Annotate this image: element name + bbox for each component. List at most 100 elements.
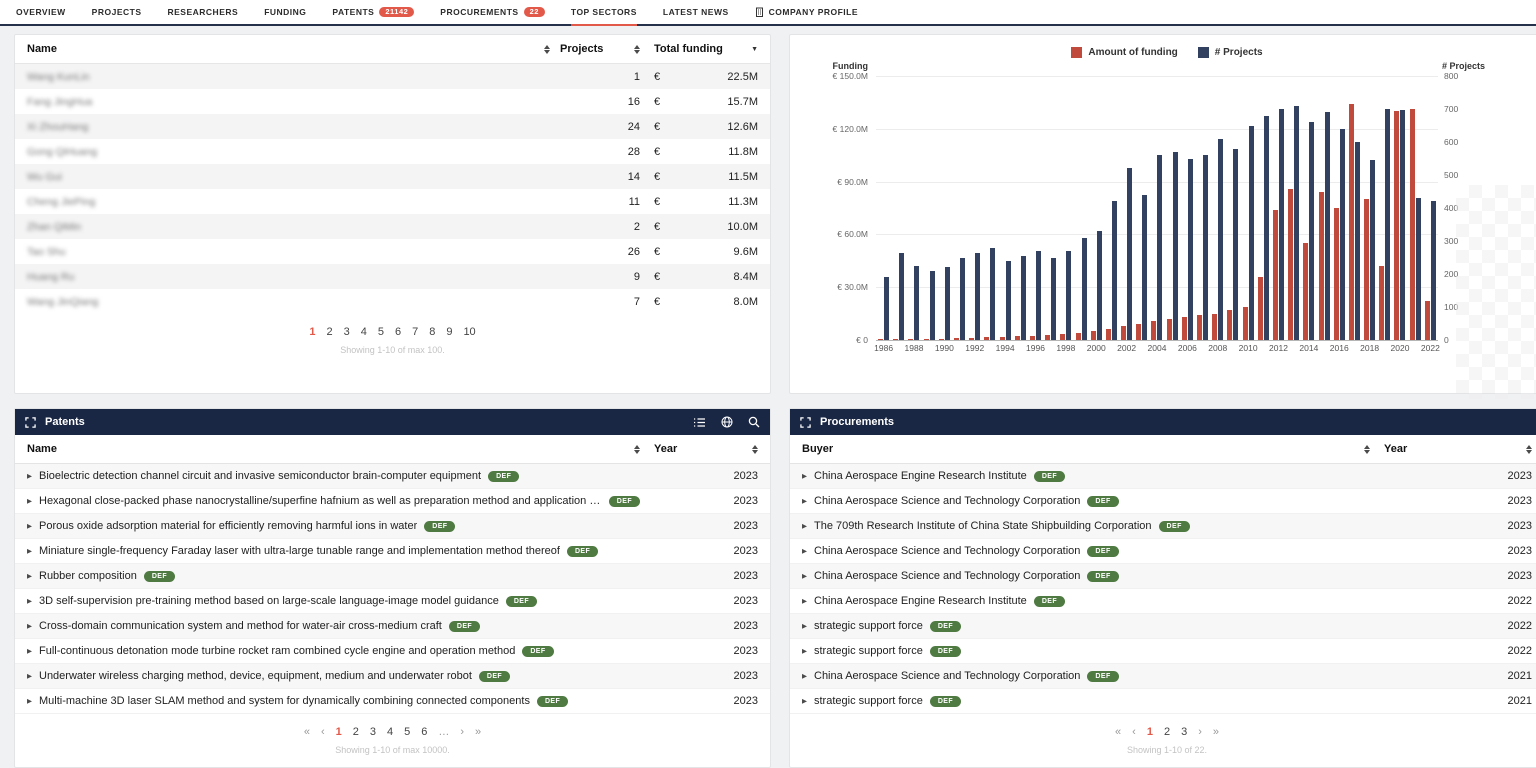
expand-caret-icon[interactable]: ▶ <box>802 597 807 605</box>
expand-caret-icon[interactable]: ▶ <box>27 497 32 505</box>
table-row[interactable]: ▶China Aerospace Science and Technology … <box>790 489 1536 514</box>
expand-icon[interactable] <box>800 417 811 428</box>
page-number[interactable]: 4 <box>387 726 393 738</box>
bar-group[interactable] <box>1165 76 1180 340</box>
globe-icon[interactable] <box>721 416 733 428</box>
nav-item-funding[interactable]: FUNDING <box>264 0 306 24</box>
table-row[interactable]: Zhan QiMin2€10.0M <box>15 214 770 239</box>
expand-caret-icon[interactable]: ▶ <box>802 497 807 505</box>
bar-group[interactable] <box>1362 76 1377 340</box>
sort-desc-icon[interactable]: ▼ <box>751 46 758 53</box>
table-row[interactable]: ▶Cross-domain communication system and m… <box>15 614 770 639</box>
expand-icon[interactable] <box>25 417 36 428</box>
bar-group[interactable] <box>1377 76 1392 340</box>
bar-group[interactable] <box>998 76 1013 340</box>
page-number[interactable]: 2 <box>1164 726 1170 738</box>
expand-caret-icon[interactable]: ▶ <box>802 622 807 630</box>
sort-icon[interactable] <box>752 445 758 454</box>
page-number[interactable]: 1 <box>309 326 315 338</box>
page-number[interactable]: 3 <box>370 726 376 738</box>
page-number[interactable]: 4 <box>361 326 367 338</box>
sort-icon[interactable] <box>634 445 640 454</box>
nav-item-company-profile[interactable]: COMPANY PROFILE <box>755 0 858 24</box>
bar-group[interactable] <box>906 76 921 340</box>
table-row[interactable]: ▶Miniature single-frequency Faraday lase… <box>15 539 770 564</box>
bar-group[interactable] <box>1332 76 1347 340</box>
page-number[interactable]: 10 <box>463 326 475 338</box>
bar-group[interactable] <box>1225 76 1240 340</box>
expand-caret-icon[interactable]: ▶ <box>27 572 32 580</box>
expand-caret-icon[interactable]: ▶ <box>802 472 807 480</box>
bar-group[interactable] <box>1423 76 1438 340</box>
table-row[interactable]: Fang JingHua16€15.7M <box>15 89 770 114</box>
page-number[interactable]: 2 <box>353 726 359 738</box>
table-row[interactable]: ▶China Aerospace Science and Technology … <box>790 664 1536 689</box>
table-row[interactable]: ▶Rubber compositionDEF2023 <box>15 564 770 589</box>
page-number[interactable]: 2 <box>326 326 332 338</box>
table-row[interactable]: ▶China Aerospace Engine Research Institu… <box>790 464 1536 489</box>
last-page-arrow[interactable]: » <box>475 726 481 738</box>
bar-group[interactable] <box>1408 76 1423 340</box>
table-row[interactable]: Wu Gui14€11.5M <box>15 164 770 189</box>
bar-group[interactable] <box>1058 76 1073 340</box>
table-row[interactable]: ▶The 709th Research Institute of China S… <box>790 514 1536 539</box>
sort-icon[interactable] <box>634 45 640 54</box>
bar-group[interactable] <box>982 76 997 340</box>
bar-group[interactable] <box>1241 76 1256 340</box>
table-row[interactable]: ▶China Aerospace Science and Technology … <box>790 564 1536 589</box>
column-header-year[interactable]: Year <box>1384 443 1407 455</box>
column-header-projects[interactable]: Projects <box>560 43 603 55</box>
prev-page-arrow[interactable]: ‹ <box>1132 726 1136 738</box>
expand-caret-icon[interactable]: ▶ <box>27 697 32 705</box>
table-row[interactable]: Huang Ru9€8.4M <box>15 264 770 289</box>
bar-group[interactable] <box>1392 76 1407 340</box>
expand-caret-icon[interactable]: ▶ <box>27 597 32 605</box>
bar-group[interactable] <box>1210 76 1225 340</box>
bar-group[interactable] <box>922 76 937 340</box>
bar-group[interactable] <box>1089 76 1104 340</box>
page-number[interactable]: 7 <box>412 326 418 338</box>
bar-group[interactable] <box>1286 76 1301 340</box>
table-row[interactable]: ▶Bioelectric detection channel circuit a… <box>15 464 770 489</box>
expand-caret-icon[interactable]: ▶ <box>802 647 807 655</box>
nav-item-top-sectors[interactable]: TOP SECTORS <box>571 0 637 24</box>
table-row[interactable]: Xi ZhouHang24€12.6M <box>15 114 770 139</box>
first-page-arrow[interactable]: « <box>1115 726 1121 738</box>
bar-group[interactable] <box>1271 76 1286 340</box>
table-row[interactable]: ▶strategic support forceDEF2022 <box>790 639 1536 664</box>
sort-icon[interactable] <box>544 45 550 54</box>
table-row[interactable]: Wang JinQiang7€8.0M <box>15 289 770 314</box>
expand-caret-icon[interactable]: ▶ <box>27 672 32 680</box>
bar-group[interactable] <box>1013 76 1028 340</box>
page-number[interactable]: 9 <box>446 326 452 338</box>
nav-item-procurements[interactable]: PROCUREMENTS22 <box>440 0 545 24</box>
table-row[interactable]: Tao Shu26€9.6M <box>15 239 770 264</box>
bar-group[interactable] <box>1073 76 1088 340</box>
next-page-arrow[interactable]: › <box>460 726 464 738</box>
table-row[interactable]: ▶Underwater wireless charging method, de… <box>15 664 770 689</box>
table-row[interactable]: ▶Porous oxide adsorption material for ef… <box>15 514 770 539</box>
table-row[interactable]: ▶Multi-machine 3D laser SLAM method and … <box>15 689 770 714</box>
page-number[interactable]: 6 <box>421 726 427 738</box>
sort-icon[interactable] <box>1526 445 1532 454</box>
page-number[interactable]: 8 <box>429 326 435 338</box>
expand-caret-icon[interactable]: ▶ <box>27 547 32 555</box>
next-page-arrow[interactable]: › <box>1198 726 1202 738</box>
bar-group[interactable] <box>1134 76 1149 340</box>
page-number[interactable]: 3 <box>344 326 350 338</box>
list-view-icon[interactable] <box>693 417 706 428</box>
bar-group[interactable] <box>967 76 982 340</box>
table-row[interactable]: ▶strategic support forceDEF2022 <box>790 614 1536 639</box>
bar-group[interactable] <box>1028 76 1043 340</box>
expand-caret-icon[interactable]: ▶ <box>802 522 807 530</box>
nav-item-latest-news[interactable]: LATEST NEWS <box>663 0 729 24</box>
sort-icon[interactable] <box>1364 445 1370 454</box>
bar-group[interactable] <box>952 76 967 340</box>
table-row[interactable]: Wang KunLin1€22.5M <box>15 64 770 89</box>
expand-caret-icon[interactable]: ▶ <box>27 522 32 530</box>
bar-group[interactable] <box>1195 76 1210 340</box>
first-page-arrow[interactable]: « <box>304 726 310 738</box>
bar-group[interactable] <box>1347 76 1362 340</box>
legend-item-projects[interactable]: # Projects <box>1198 47 1263 58</box>
column-header-year[interactable]: Year <box>654 443 677 455</box>
